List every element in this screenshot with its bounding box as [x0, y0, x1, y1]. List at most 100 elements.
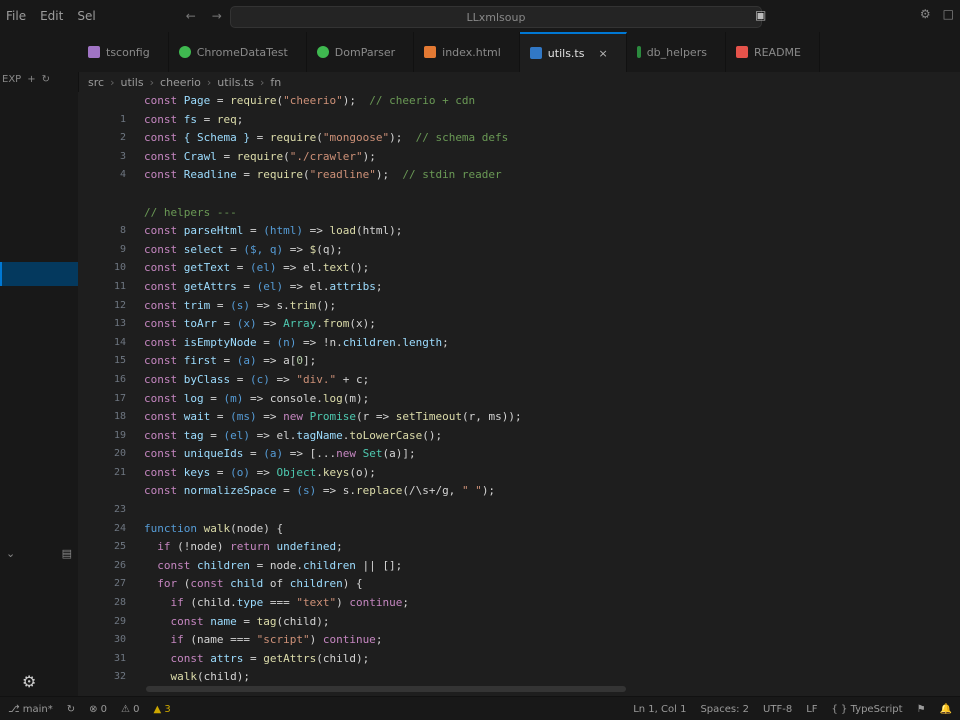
command-center-search[interactable]: LLxmlsoup [230, 6, 762, 28]
status-item[interactable]: 🔔 [940, 704, 952, 715]
status-item[interactable]: UTF-8 [763, 704, 792, 715]
code-line[interactable]: const children = node.children || []; [144, 557, 944, 576]
refresh-icon[interactable]: ↻ [42, 74, 50, 85]
command-center-text: LLxmlsoup [466, 10, 526, 24]
code-line[interactable]: const log = (m) => console.log(m); [144, 390, 944, 409]
layout-icon[interactable]: ▣ [755, 8, 766, 22]
manage-gear-icon[interactable]: ⚙ [22, 672, 36, 691]
code-line[interactable]: const attrs = getAttrs(child); [144, 650, 944, 669]
code-token: + c; [336, 372, 370, 386]
status-item[interactable]: LF [806, 704, 817, 715]
code-line[interactable]: const Crawl = require("./crawler"); [144, 148, 944, 167]
tab-domparser[interactable]: DomParser [307, 32, 415, 72]
code-line[interactable]: const toArr = (x) => Array.from(x); [144, 315, 944, 334]
status-item[interactable]: Spaces: 2 [700, 704, 749, 715]
code-line[interactable]: if (name === "script") continue; [144, 631, 944, 650]
tab-chromedatatest[interactable]: ChromeDataTest [169, 32, 307, 72]
status-item[interactable]: ↻ [67, 704, 75, 715]
code-token: => el. [276, 261, 323, 275]
code-line[interactable]: const getText = (el) => el.text(); [144, 259, 944, 278]
breadcrumb-item[interactable]: utils.ts [217, 76, 254, 89]
close-icon[interactable]: × [598, 47, 607, 60]
code-token: tagName [296, 428, 343, 442]
code-line[interactable]: const Readline = require("readline"); //… [144, 166, 944, 185]
code-token: (el) [256, 279, 284, 293]
collapse-all-icon[interactable]: ▤ [62, 547, 72, 560]
line-number [78, 204, 130, 223]
code-line[interactable]: const isEmptyNode = (n) => !n.children.l… [144, 334, 944, 353]
code-line[interactable]: const { Schema } = require("mongoose"); … [144, 129, 944, 148]
code-token: = [210, 298, 231, 312]
maximize-icon[interactable]: □ [943, 7, 954, 21]
code-token: keys [183, 465, 211, 479]
code-token: child [230, 577, 264, 591]
code-line[interactable]: const tag = (el) => el.tagName.toLowerCa… [144, 427, 944, 446]
line-number: 16 [113, 373, 126, 385]
menu-selection[interactable]: Sel [77, 9, 95, 23]
code-token: (/\s+/g, [402, 484, 462, 498]
code-content[interactable]: const Page = require("cheerio"); // chee… [144, 92, 944, 687]
code-token: = [249, 131, 270, 145]
code-line[interactable]: const name = tag(child); [144, 613, 944, 632]
code-line[interactable]: const uniqueIds = (a) => [...new Set(a)]… [144, 445, 944, 464]
settings-icon[interactable]: ⚙ [920, 7, 931, 21]
code-token: // helpers --- [144, 205, 237, 219]
code-line[interactable]: const wait = (ms) => new Promise(r => se… [144, 408, 944, 427]
breadcrumb-item[interactable]: cheerio [160, 76, 201, 89]
status-item[interactable]: ⎇ main* [8, 704, 53, 715]
status-item[interactable]: Ln 1, Col 1 [633, 704, 686, 715]
back-arrow-icon[interactable]: ← [186, 9, 196, 23]
code-token: (c) [249, 372, 270, 386]
code-token: ); [342, 94, 370, 107]
menu-edit[interactable]: Edit [40, 9, 63, 23]
code-line[interactable]: function walk(node) { [144, 520, 944, 539]
code-line[interactable]: const keys = (o) => Object.keys(o); [144, 464, 944, 483]
code-line[interactable]: const Page = require("cheerio"); // chee… [144, 92, 944, 111]
line-number: 19 [113, 429, 126, 441]
tab-readme[interactable]: README [726, 32, 820, 72]
code-line[interactable]: if (child.type === "text") continue; [144, 594, 944, 613]
code-token: Page [183, 94, 211, 107]
status-item[interactable]: ⚠ 0 [121, 704, 140, 715]
code-line[interactable]: // helpers --- [144, 204, 944, 223]
status-item[interactable]: { } TypeScript [832, 704, 903, 715]
code-line[interactable]: const trim = (s) => s.trim(); [144, 297, 944, 316]
code-token: if [144, 540, 178, 554]
new-file-icon[interactable]: + [27, 74, 35, 85]
code-line[interactable]: for (const child of children) { [144, 575, 944, 594]
code-line[interactable]: const normalizeSpace = (s) => s.replace(… [144, 482, 944, 501]
code-token: children [342, 335, 396, 349]
horizontal-scrollbar[interactable] [146, 686, 626, 692]
forward-arrow-icon[interactable]: → [212, 9, 222, 23]
tab-index-html[interactable]: index.html [414, 32, 520, 72]
breadcrumb-item[interactable]: utils [120, 76, 143, 89]
code-editor[interactable]: 1 2 3 4 8 9 10 11 12 13 14 15 16 17 18 19 20 21 23 24 25 26 27… [78, 92, 960, 696]
code-token: ; [336, 540, 343, 554]
chevron-down-icon[interactable]: ⌄ [6, 547, 15, 560]
tab-tsconfig[interactable]: tsconfig [78, 32, 169, 72]
code-line[interactable] [144, 185, 944, 204]
code-line[interactable]: const getAttrs = (el) => el.attribs; [144, 278, 944, 297]
code-line[interactable]: const byClass = (c) => "div." + c; [144, 371, 944, 390]
file-type-icon [316, 46, 329, 58]
code-token: (r => [355, 410, 396, 424]
code-line[interactable]: const fs = req; [144, 111, 944, 130]
breadcrumb-item[interactable]: fn [270, 76, 281, 89]
code-line[interactable]: const select = ($, q) => $(q); [144, 241, 944, 260]
explorer-selected-file[interactable] [0, 262, 78, 286]
breadcrumb-item[interactable]: src [88, 76, 104, 89]
tab-utils-ts[interactable]: utils.ts × [519, 32, 627, 72]
code-token: const [144, 112, 184, 126]
code-line[interactable]: if (!node) return undefined; [144, 538, 944, 557]
code-line[interactable]: const parseHtml = (html) => load(html); [144, 222, 944, 241]
status-item[interactable]: ⊗ 0 [89, 704, 107, 715]
menu-file[interactable]: File [6, 9, 26, 23]
tab-db-helpers[interactable]: db_helpers [627, 32, 726, 72]
code-token: => [256, 410, 284, 424]
code-line[interactable]: walk(child); [144, 668, 944, 687]
code-line[interactable]: const first = (a) => a[0]; [144, 352, 944, 371]
code-token: === [263, 596, 297, 610]
code-line[interactable] [144, 501, 944, 520]
status-item[interactable]: ▲ 3 [154, 704, 171, 715]
status-item[interactable]: ⚑ [917, 704, 926, 715]
